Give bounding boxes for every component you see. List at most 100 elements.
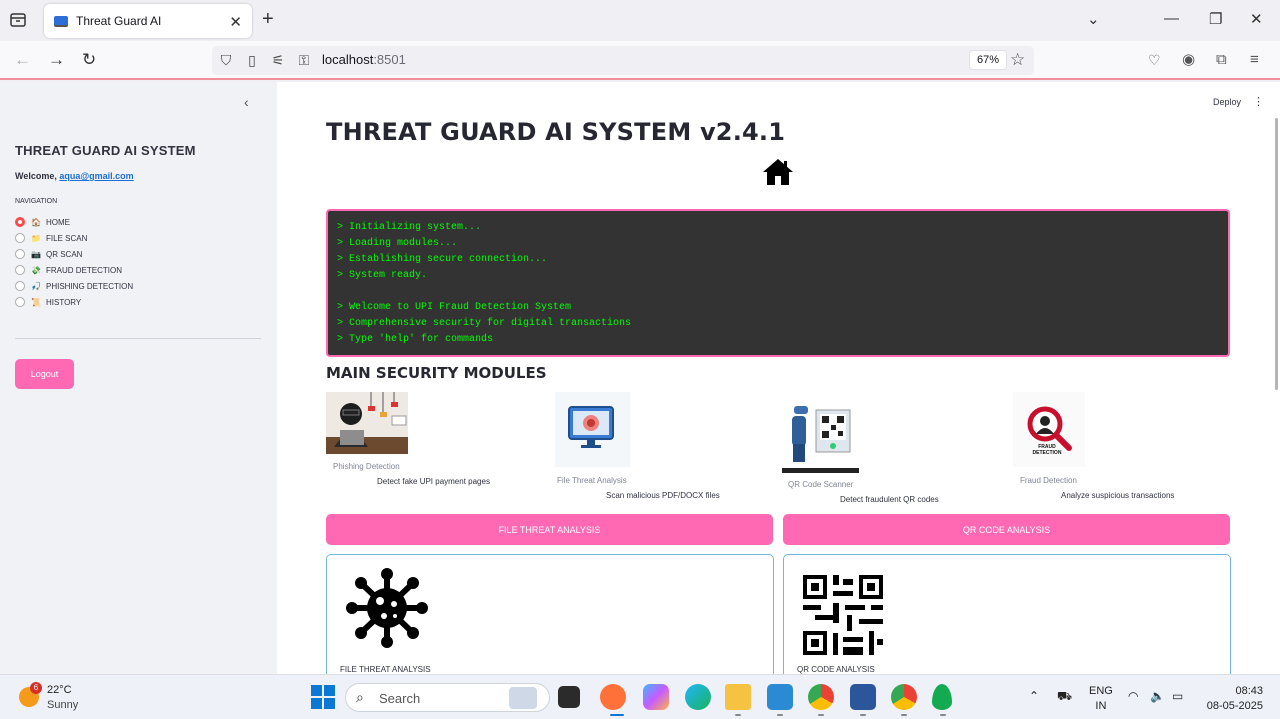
browser-nav-bar: ← → ↻ ⛉ ▯ ⚟ ⚿ localhost:8501 67% ☆ ♡ ◉ ⧉… bbox=[0, 41, 1280, 80]
extensions-icon[interactable]: ⧉ bbox=[1216, 51, 1227, 69]
more-options-icon[interactable]: ⋮ bbox=[1253, 95, 1264, 108]
module-caption-fraud: Fraud Detection bbox=[1020, 476, 1077, 485]
user-email-link[interactable]: aqua@gmail.com bbox=[59, 171, 133, 181]
windows-start-icon[interactable] bbox=[311, 685, 335, 709]
active-tab[interactable]: Threat Guard AI ✕ bbox=[44, 4, 252, 38]
zoom-level[interactable]: 67% bbox=[969, 50, 1008, 70]
file-threat-analysis-button[interactable]: FILE THREAT ANALYSIS bbox=[326, 514, 773, 545]
pocket-icon[interactable]: ♡ bbox=[1148, 51, 1161, 69]
show-hidden-icons[interactable]: ⌃ bbox=[1029, 689, 1039, 703]
account-icon[interactable]: ◉ bbox=[1182, 51, 1195, 69]
chrome-icon[interactable] bbox=[808, 684, 834, 710]
weather-temperature[interactable]: 22°C bbox=[47, 684, 72, 696]
terminal-line: > System ready. bbox=[337, 270, 428, 281]
terminal-output: > Initializing system... > Loading modul… bbox=[326, 209, 1230, 357]
fraud-detection-image: FRAUD DETECTION bbox=[1013, 392, 1085, 467]
modules-title: MAIN SECURITY MODULES bbox=[326, 364, 547, 382]
network-device-icon[interactable]: ⛟ bbox=[1057, 689, 1072, 705]
sidebar-title: THREAT GUARD AI SYSTEM bbox=[15, 143, 196, 158]
edge-icon[interactable] bbox=[685, 684, 711, 710]
search-icon: ⌕ bbox=[356, 689, 364, 705]
tab-overflow-chevron-icon[interactable]: ⌄ bbox=[1087, 10, 1100, 28]
radio-unselected[interactable] bbox=[15, 297, 25, 307]
shield-icon[interactable]: ⛉ bbox=[218, 52, 234, 68]
search-label: Search bbox=[379, 691, 421, 706]
navigation-label: NAVIGATION bbox=[15, 198, 58, 205]
file-threat-card[interactable]: FILE THREAT ANALYSIS bbox=[326, 554, 774, 674]
qr-scanner-image bbox=[782, 400, 859, 475]
folder-icon: 📁 bbox=[31, 233, 41, 243]
module-caption-file-threat: File Threat Analysis bbox=[557, 476, 627, 485]
notification-badge: 6 bbox=[30, 682, 42, 694]
volume-icon[interactable]: 🔈 bbox=[1150, 689, 1165, 703]
laptop-icon bbox=[54, 15, 68, 27]
tab-list-icon[interactable] bbox=[8, 10, 28, 30]
nav-item-qr-scan[interactable]: 📷 QR SCAN bbox=[15, 246, 133, 262]
terminal-line: > Welcome to UPI Fraud Detection System bbox=[337, 302, 572, 313]
file-explorer-icon[interactable] bbox=[725, 684, 751, 710]
nav-item-file-scan[interactable]: 📁 FILE SCAN bbox=[15, 230, 133, 246]
collapse-sidebar-icon[interactable]: ‹ bbox=[244, 94, 249, 110]
page-icon[interactable]: ▯ bbox=[244, 52, 260, 68]
language-indicator[interactable]: ENG IN bbox=[1089, 684, 1113, 714]
nav-item-fraud-detection[interactable]: 💸 FRAUD DETECTION bbox=[15, 262, 133, 278]
module-caption-phishing: Phishing Detection bbox=[333, 462, 400, 471]
weather-condition[interactable]: Sunny bbox=[47, 699, 78, 711]
menu-icon[interactable]: ≡ bbox=[1250, 51, 1259, 69]
taskbar: 6 22°C Sunny ⌕ Search ⌃ ⛟ ENG IN ◠ 🔈 ▭ 0… bbox=[0, 674, 1280, 719]
copilot-icon[interactable] bbox=[643, 684, 669, 710]
module-description-file-threat: Scan malicious PDF/DOCX files bbox=[606, 491, 720, 500]
close-tab-icon[interactable]: ✕ bbox=[229, 13, 242, 31]
qr-code-card[interactable]: QR CODE ANALYSIS bbox=[783, 554, 1231, 674]
restore-icon[interactable]: ❐ bbox=[1209, 10, 1222, 28]
terminal-line: > Type 'help' for commands bbox=[337, 334, 494, 345]
logout-button[interactable]: Logout bbox=[15, 359, 74, 389]
module-description-fraud: Analyze suspicious transactions bbox=[1061, 491, 1175, 500]
vscode-icon[interactable] bbox=[767, 684, 793, 710]
terminal-line: > Initializing system... bbox=[337, 222, 482, 233]
file-card-caption: FILE THREAT ANALYSIS bbox=[340, 665, 431, 674]
phishing-hacker-image bbox=[326, 392, 408, 454]
wifi-icon[interactable]: ◠ bbox=[1128, 689, 1138, 703]
key-icon[interactable]: ⚿ bbox=[296, 52, 312, 68]
back-icon[interactable]: ← bbox=[14, 51, 31, 69]
system-clock[interactable]: 08:43 08-05-2025 bbox=[1203, 684, 1263, 714]
chrome-profile-icon[interactable] bbox=[891, 684, 917, 710]
task-view-icon[interactable] bbox=[558, 686, 580, 708]
new-tab-icon[interactable]: + bbox=[262, 9, 274, 29]
radio-unselected[interactable] bbox=[15, 281, 25, 291]
virus-icon bbox=[346, 568, 428, 648]
radio-unselected[interactable] bbox=[15, 233, 25, 243]
money-icon: 💸 bbox=[31, 265, 41, 275]
nav-item-phishing-detection[interactable]: 🎣 PHISHING DETECTION bbox=[15, 278, 133, 294]
url-bar[interactable]: ⛉ ▯ ⚟ ⚿ localhost:8501 67% ☆ bbox=[212, 46, 1034, 75]
radio-selected[interactable] bbox=[15, 217, 25, 227]
nav-item-home[interactable]: 🏠 HOME bbox=[15, 214, 133, 230]
window-close-icon[interactable]: ✕ bbox=[1250, 10, 1263, 28]
word-icon[interactable] bbox=[850, 684, 876, 710]
permissions-icon[interactable]: ⚟ bbox=[270, 52, 286, 68]
taskbar-search[interactable]: ⌕ Search bbox=[345, 683, 550, 712]
qr-code-icon bbox=[803, 575, 883, 655]
forward-icon[interactable]: → bbox=[48, 51, 65, 69]
qr-code-analysis-button[interactable]: QR CODE ANALYSIS bbox=[783, 514, 1230, 545]
reload-icon[interactable]: ↻ bbox=[82, 51, 96, 69]
radio-unselected[interactable] bbox=[15, 249, 25, 259]
terminal-line: > Loading modules... bbox=[337, 238, 458, 249]
scrollbar[interactable] bbox=[1275, 118, 1278, 390]
minimize-icon[interactable]: — bbox=[1164, 10, 1179, 27]
deploy-button[interactable]: Deploy bbox=[1213, 97, 1241, 107]
battery-icon[interactable]: ▭ bbox=[1172, 689, 1183, 703]
nav-item-history[interactable]: 📜 HISTORY bbox=[15, 294, 133, 310]
scroll-icon: 📜 bbox=[31, 297, 41, 307]
radio-unselected[interactable] bbox=[15, 265, 25, 275]
qr-card-caption: QR CODE ANALYSIS bbox=[797, 665, 875, 674]
bookmark-star-icon[interactable]: ☆ bbox=[1010, 50, 1025, 70]
url-text[interactable]: localhost:8501 bbox=[322, 52, 406, 67]
fishing-icon: 🎣 bbox=[31, 281, 41, 291]
firefox-icon[interactable] bbox=[600, 684, 626, 710]
terminal-line: > Establishing secure connection... bbox=[337, 254, 548, 265]
mongodb-icon[interactable] bbox=[932, 684, 952, 710]
active-app-indicator bbox=[610, 714, 624, 716]
